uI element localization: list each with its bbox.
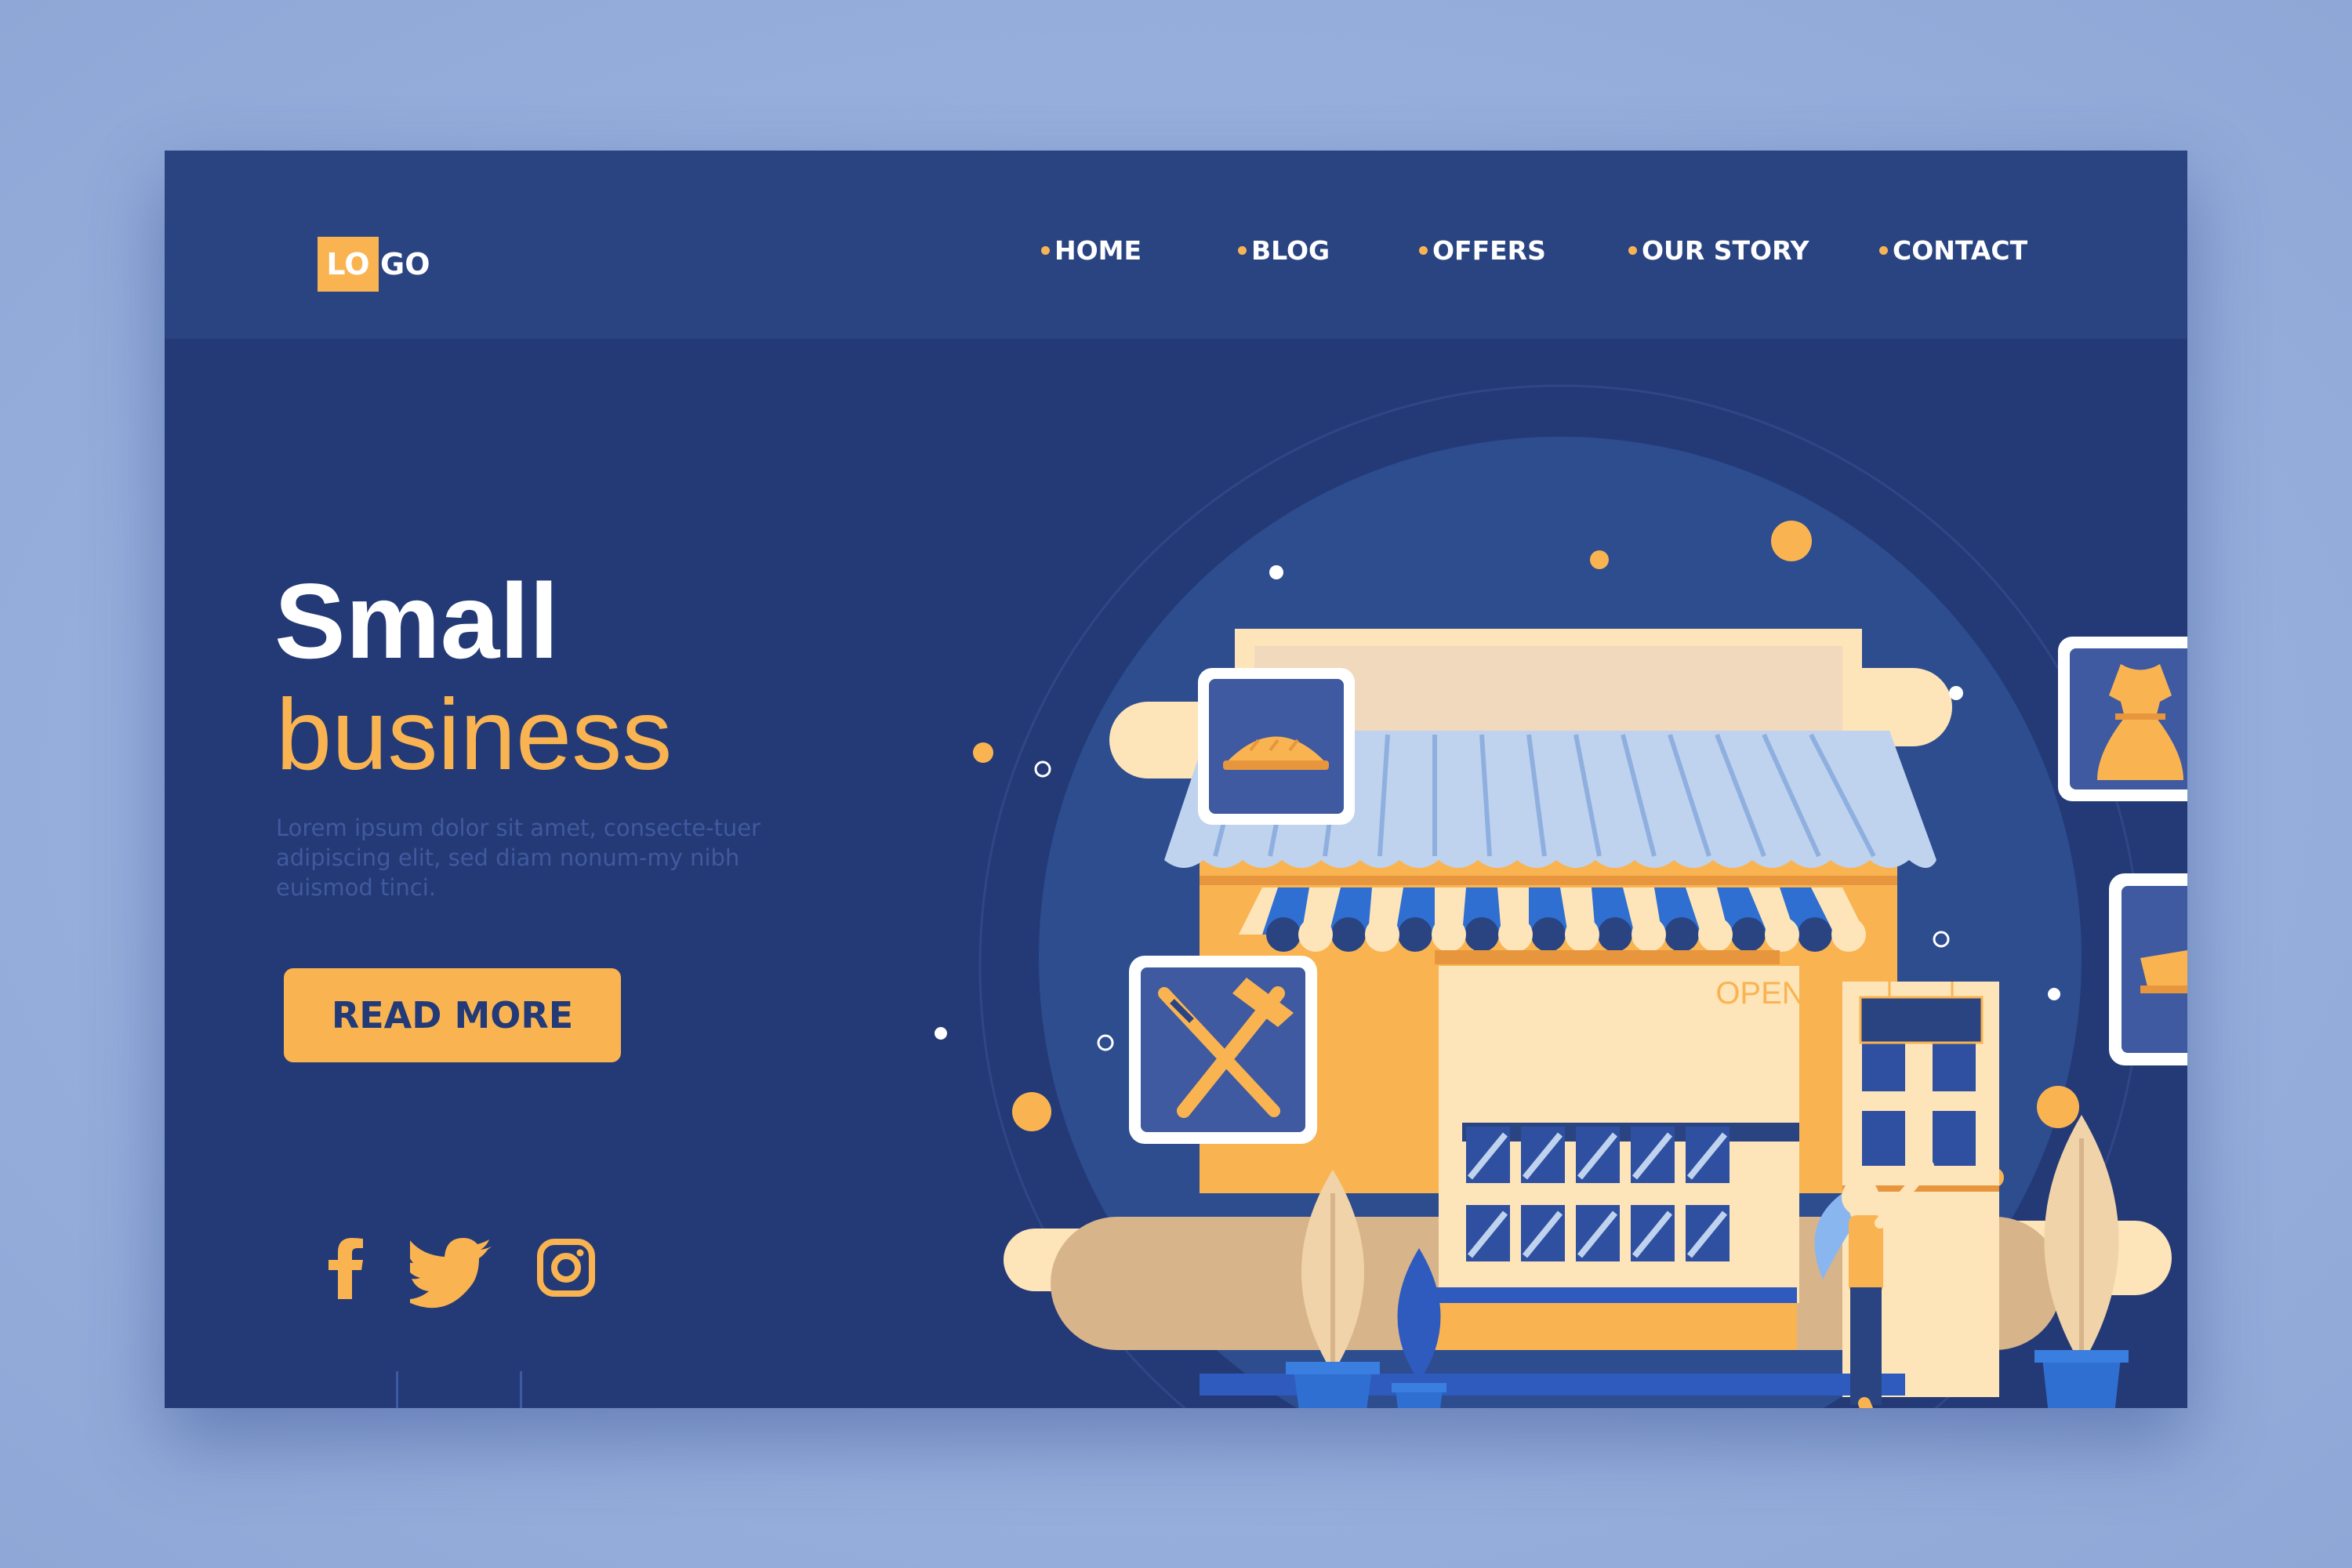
- hero-title-line2: business: [276, 679, 673, 791]
- read-more-button[interactable]: READ MORE: [284, 968, 621, 1062]
- facebook-icon[interactable]: [318, 1217, 380, 1319]
- landing-page: LO GO HOME BLOG OFFERS OUR STORY CONTACT…: [165, 151, 2187, 1408]
- shoe-card: [2109, 873, 2187, 1065]
- plant-tall-right: [2034, 1115, 2129, 1408]
- instagram-icon[interactable]: [528, 1217, 606, 1319]
- hero-title-line1: Small: [274, 561, 559, 681]
- tools-card: [1129, 956, 1317, 1144]
- open-sign: OPEN: [1715, 976, 1805, 1011]
- twitter-icon[interactable]: [410, 1217, 504, 1319]
- hero-description: Lorem ipsum dolor sit amet, consecte-tue…: [276, 815, 761, 901]
- social-icons: [396, 1371, 522, 1408]
- bread-card: [1198, 668, 1355, 825]
- dress-card: [2058, 637, 2187, 801]
